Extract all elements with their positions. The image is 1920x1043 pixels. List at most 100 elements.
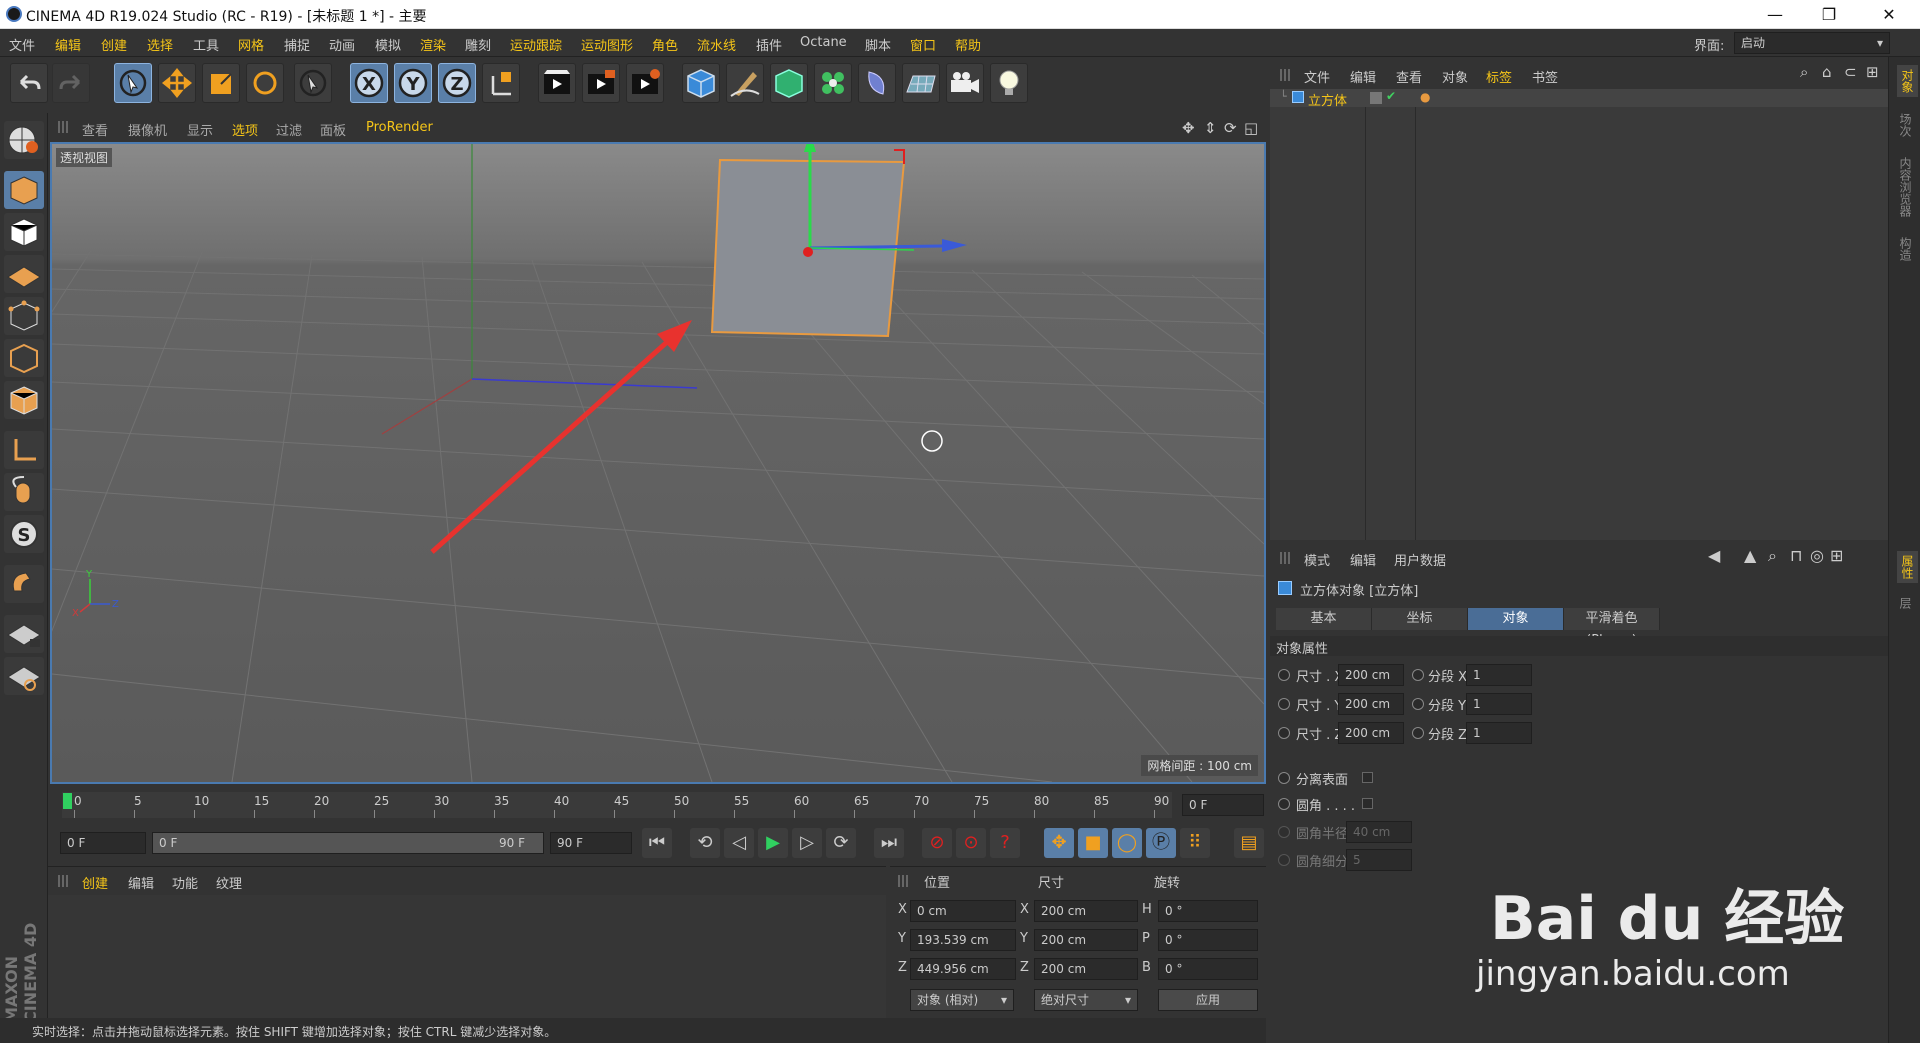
previous-key-icon[interactable]: ⟲: [690, 828, 720, 858]
fillet-radio[interactable]: [1278, 798, 1290, 810]
current-frame-field[interactable]: 0 F: [1182, 794, 1264, 816]
model-mode-button[interactable]: [4, 171, 44, 209]
live-select-button[interactable]: [114, 63, 152, 103]
om-menu-object[interactable]: 对象: [1442, 67, 1468, 86]
record-pla-icon[interactable]: ⠿: [1180, 828, 1210, 858]
menu-plugins[interactable]: 插件: [756, 35, 782, 54]
seg-x-input[interactable]: 1: [1466, 664, 1532, 686]
vp-menu-view[interactable]: 查看: [82, 120, 108, 139]
redo-button[interactable]: [52, 63, 90, 103]
separate-surfaces-checkbox[interactable]: [1362, 772, 1373, 783]
pos-y-field[interactable]: 193.539 cm: [910, 929, 1016, 951]
new-panel-icon[interactable]: ⊞: [1866, 63, 1879, 81]
object-list[interactable]: └ 立方体 ✔ ●: [1270, 89, 1888, 540]
rot-b-field[interactable]: 0 °: [1158, 958, 1258, 980]
new-panel-icon[interactable]: ⊞: [1830, 546, 1843, 565]
menu-motion-tracker[interactable]: 运动跟踪: [510, 35, 562, 54]
vp-menu-camera[interactable]: 摄像机: [128, 120, 167, 139]
next-frame-icon[interactable]: ▷: [792, 828, 822, 858]
rotate-button[interactable]: [246, 63, 284, 103]
edges-mode-button[interactable]: [4, 339, 44, 377]
subdivision-surface-button[interactable]: [770, 63, 808, 103]
size-x-radio[interactable]: [1278, 669, 1290, 681]
vp-menu-display[interactable]: 显示: [187, 120, 213, 139]
menu-pipeline[interactable]: 流水线: [697, 35, 736, 54]
menu-mesh[interactable]: 网格: [238, 35, 264, 54]
phong-tag-icon[interactable]: ●: [1420, 90, 1430, 104]
lock-icon[interactable]: ⊓: [1790, 546, 1802, 565]
om-menu-edit[interactable]: 编辑: [1350, 67, 1376, 86]
material-list[interactable]: [48, 895, 886, 1019]
back-arrow-icon[interactable]: ◀: [1708, 546, 1720, 565]
play-icon[interactable]: ▶: [758, 828, 788, 858]
workplane-button[interactable]: [4, 121, 44, 159]
keyframe-selection-icon[interactable]: ?: [990, 828, 1020, 858]
tab-phong[interactable]: 平滑着色(Phong): [1564, 608, 1660, 648]
autokey-icon[interactable]: ⊙: [956, 828, 986, 858]
am-menu-mode[interactable]: 模式: [1304, 550, 1330, 569]
menu-script[interactable]: 脚本: [865, 35, 891, 54]
solo-mode-button[interactable]: S: [4, 515, 44, 553]
workplane-mode-button[interactable]: [4, 255, 44, 293]
layout-dropdown[interactable]: 启动 ▾: [1734, 32, 1890, 54]
mat-menu-function[interactable]: 功能: [172, 873, 198, 892]
coord-mode-dropdown[interactable]: 对象 (相对) ▾: [910, 989, 1014, 1011]
vp-menu-prorender[interactable]: ProRender: [366, 120, 433, 135]
texture-mode-button[interactable]: [4, 213, 44, 251]
tab-object[interactable]: 对象: [1468, 608, 1564, 630]
tab-coordinates[interactable]: 坐标: [1372, 608, 1468, 630]
tab-takes-vertical[interactable]: 场次: [1897, 113, 1914, 137]
undo-button[interactable]: [10, 63, 48, 103]
fillet-subdiv-radio[interactable]: [1278, 854, 1290, 866]
vp-menu-filter[interactable]: 过滤: [276, 120, 302, 139]
record-keyframe-icon[interactable]: ⊘: [922, 828, 952, 858]
size-y-radio[interactable]: [1278, 698, 1290, 710]
render-view-button[interactable]: [538, 63, 576, 103]
planar-workplane-button[interactable]: [4, 657, 44, 695]
menu-create[interactable]: 创建: [101, 35, 127, 54]
rotate-view-icon[interactable]: ⟳: [1224, 119, 1237, 137]
menu-window[interactable]: 窗口: [910, 35, 936, 54]
y-axis-button[interactable]: Y: [394, 63, 432, 103]
cube-object-button[interactable]: [682, 63, 720, 103]
camera-button[interactable]: [946, 63, 984, 103]
vp-menu-panel[interactable]: 面板: [320, 120, 346, 139]
menu-character[interactable]: 角色: [652, 35, 678, 54]
menu-snap[interactable]: 捕捉: [284, 35, 310, 54]
visibility-check-icon[interactable]: ✔: [1386, 89, 1396, 103]
fillet-radius-input[interactable]: 40 cm: [1346, 821, 1412, 843]
om-menu-view[interactable]: 查看: [1396, 67, 1422, 86]
rot-p-field[interactable]: 0 °: [1158, 929, 1258, 951]
points-mode-button[interactable]: [4, 297, 44, 335]
tab-objects-vertical[interactable]: 对象: [1897, 65, 1918, 97]
object-name[interactable]: 立方体: [1308, 90, 1347, 109]
cloner-button[interactable]: [814, 63, 852, 103]
mat-menu-edit[interactable]: 编辑: [128, 873, 154, 892]
menu-animate[interactable]: 动画: [329, 35, 355, 54]
lock-workplane-button[interactable]: [4, 615, 44, 653]
menu-sculpt[interactable]: 雕刻: [465, 35, 491, 54]
z-axis-button[interactable]: Z: [438, 63, 476, 103]
x-axis-button[interactable]: X: [350, 63, 388, 103]
move-view-icon[interactable]: ✥: [1182, 119, 1195, 137]
coordinate-system-button[interactable]: [482, 63, 520, 103]
om-menu-file[interactable]: 文件: [1304, 67, 1330, 86]
seg-z-radio[interactable]: [1412, 727, 1424, 739]
menu-mograph[interactable]: 运动图形: [581, 35, 633, 54]
object-row-cube[interactable]: └ 立方体 ✔ ●: [1270, 89, 1888, 109]
close-button[interactable]: ✕: [1866, 0, 1912, 29]
am-menu-userdata[interactable]: 用户数据: [1394, 550, 1446, 569]
apply-button[interactable]: 应用: [1158, 989, 1258, 1011]
end-frame-field[interactable]: 90 F: [550, 832, 632, 854]
link-icon[interactable]: ⊂: [1844, 63, 1857, 81]
scale-button[interactable]: [202, 63, 240, 103]
om-menu-tags[interactable]: 标签: [1486, 67, 1512, 86]
record-position-icon[interactable]: ✥: [1044, 828, 1074, 858]
seg-z-input[interactable]: 1: [1466, 722, 1532, 744]
seg-x-radio[interactable]: [1412, 669, 1424, 681]
record-scale-icon[interactable]: ■: [1078, 828, 1108, 858]
search-icon[interactable]: ⌕: [1768, 546, 1777, 566]
pen-spline-button[interactable]: [726, 63, 764, 103]
polygons-mode-button[interactable]: [4, 381, 44, 419]
zoom-view-icon[interactable]: ⇕: [1204, 119, 1217, 137]
